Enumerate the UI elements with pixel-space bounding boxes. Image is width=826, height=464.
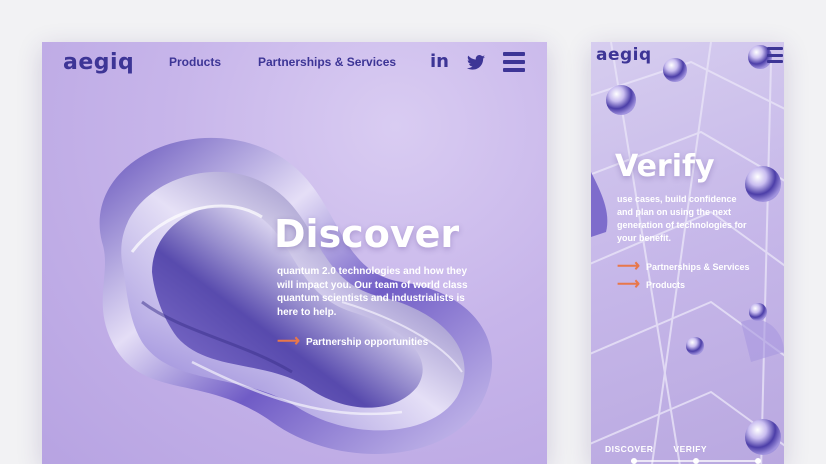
nav-products[interactable]: Products [169, 55, 221, 69]
mobile-bottom-nav: DISCOVER VERIFY [605, 444, 707, 454]
hero-title: Discover [274, 212, 460, 256]
nav-partnerships-services[interactable]: Partnerships & Services [258, 55, 396, 69]
bottom-nav-verify[interactable]: VERIFY [673, 444, 707, 454]
progress-dot[interactable] [631, 458, 637, 464]
arrow-right-icon: ⟶ [617, 276, 640, 293]
mobile-link-products[interactable]: ⟶ Products [617, 276, 685, 293]
aegiq-logo-mobile[interactable]: aegiq [596, 45, 652, 65]
bottom-nav-discover[interactable]: DISCOVER [605, 444, 653, 454]
twitter-icon[interactable] [467, 54, 485, 74]
aegiq-logo[interactable]: aegiq [63, 50, 134, 75]
hero-description: quantum 2.0 technologies and how they wi… [277, 266, 468, 318]
mobile-mockup: aegiq Verify use cases, build confidence… [591, 42, 784, 464]
progress-dot[interactable] [693, 458, 699, 464]
linkedin-icon[interactable]: in [430, 52, 449, 72]
desktop-mockup: aegiq Products Partnerships & Services i… [42, 42, 547, 464]
partnership-opportunities-link[interactable]: ⟶ Partnership opportunities [277, 333, 428, 350]
mobile-hero-description: use cases, build confidence and plan on … [617, 194, 747, 243]
arrow-right-icon: ⟶ [617, 258, 640, 275]
mobile-hero-title: Verify [615, 149, 715, 184]
chrome-spheres-grid-image [591, 42, 784, 464]
slide-progress-bar [631, 458, 761, 464]
hamburger-menu-icon-mobile[interactable] [767, 47, 783, 63]
arrow-right-icon: ⟶ [277, 333, 300, 350]
mobile-link-partnerships-services[interactable]: ⟶ Partnerships & Services [617, 258, 750, 275]
progress-dot[interactable] [755, 458, 761, 464]
hamburger-menu-icon[interactable] [503, 52, 525, 72]
